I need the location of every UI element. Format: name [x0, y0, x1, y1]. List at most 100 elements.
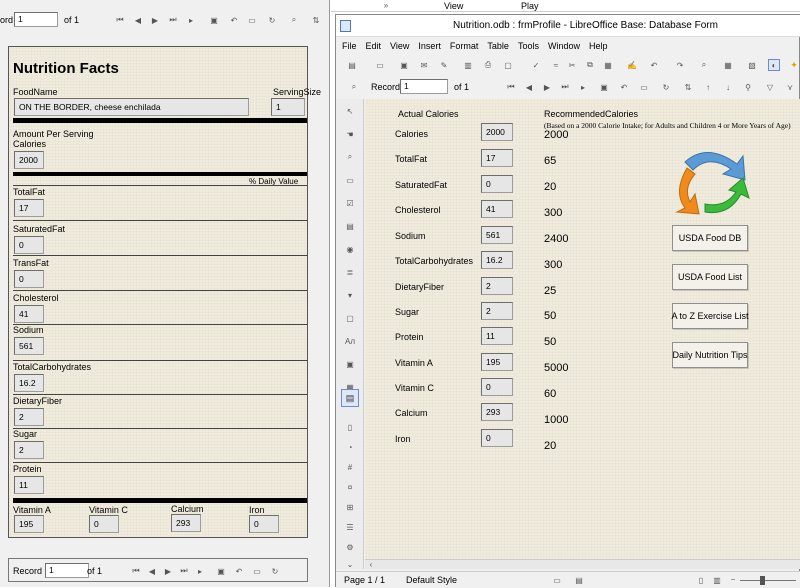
nutrient-field[interactable]: 17 — [14, 199, 44, 217]
actual-value-field[interactable]: 0 — [481, 429, 513, 447]
vitamin-field[interactable]: 293 — [171, 514, 201, 532]
actual-value-field[interactable]: 41 — [481, 200, 513, 218]
nutrient-field[interactable]: 41 — [14, 305, 44, 323]
zoom-out-icon[interactable]: − — [728, 574, 738, 584]
nutrient-field[interactable]: 16.2 — [14, 374, 44, 392]
undo-icon[interactable]: ↶ — [648, 59, 660, 71]
menu-edit[interactable]: Edit — [366, 41, 382, 51]
hand-tool-icon[interactable]: ☚ — [344, 128, 356, 140]
radio-tool-icon[interactable]: ◉ — [344, 243, 356, 255]
zoom-slider[interactable] — [740, 576, 796, 585]
menu-table[interactable]: Table — [487, 41, 509, 51]
textbox-tool-icon[interactable]: ▤ — [344, 220, 356, 232]
sort-descending-icon[interactable]: ↓ — [722, 81, 734, 93]
paste-icon[interactable]: ▦ — [602, 59, 614, 71]
refresh-icon[interactable]: ↻ — [660, 81, 672, 93]
last-record-icon[interactable]: ⏭ — [168, 14, 178, 26]
last-record-icon[interactable]: ⏭ — [560, 81, 570, 93]
autofilter-icon[interactable]: ⚲ — [742, 81, 754, 93]
usda-food-list-button[interactable]: USDA Food List — [672, 264, 748, 290]
calories-field[interactable]: 2000 — [14, 151, 44, 169]
new-document-icon[interactable]: ▤ — [346, 59, 358, 71]
save-record-icon[interactable]: ▣ — [215, 565, 227, 577]
menu-view[interactable]: View — [390, 41, 409, 51]
actual-value-field[interactable]: 2 — [481, 277, 513, 295]
first-record-icon[interactable]: ⏮ — [131, 565, 141, 577]
sort-ascending-icon[interactable]: ↑ — [702, 81, 714, 93]
table-icon[interactable]: ▦ — [722, 59, 734, 71]
print-preview-icon[interactable]: ▢ — [502, 59, 514, 71]
autospell-icon[interactable]: ≈ — [550, 59, 562, 71]
actual-value-field[interactable]: 293 — [481, 403, 513, 421]
tab-view[interactable]: View — [444, 1, 463, 11]
last-record-icon[interactable]: ⏭ — [179, 565, 189, 577]
nutrient-field[interactable]: 2 — [14, 441, 44, 459]
menu-tools[interactable]: Tools — [518, 41, 539, 51]
actual-value-field[interactable]: 11 — [481, 327, 513, 345]
undo-record-icon[interactable]: ↶ — [618, 81, 630, 93]
nutrient-field[interactable]: 0 — [14, 236, 44, 254]
sort-icon[interactable]: ⇅ — [682, 81, 694, 93]
date-field-tool-icon[interactable]: ▯ — [344, 421, 356, 433]
select-tool-icon[interactable]: ↖ — [344, 105, 356, 117]
edit-mode-icon[interactable]: ✎ — [438, 59, 450, 71]
actual-value-field[interactable]: 16.2 — [481, 251, 513, 269]
more-controls-icon[interactable]: ⚙ — [344, 541, 356, 553]
find-icon[interactable]: ⌕ — [288, 14, 300, 26]
usda-food-db-button[interactable]: USDA Food DB — [672, 225, 748, 251]
menu-window[interactable]: Window — [548, 41, 580, 51]
actual-value-field[interactable]: 0 — [481, 175, 513, 193]
redo-icon[interactable]: ↷ — [674, 59, 686, 71]
checkbox-tool-icon[interactable]: ☑ — [344, 197, 356, 209]
pattern-field-tool-icon[interactable]: ⊞ — [344, 501, 356, 513]
more-icon[interactable]: » — [381, 0, 391, 10]
standard-filter-icon[interactable]: ⋎ — [784, 81, 796, 93]
menu-insert[interactable]: Insert — [418, 41, 441, 51]
currency-field-tool-icon[interactable]: ¤ — [344, 481, 356, 493]
zoom-tool-icon[interactable]: ⌕ — [344, 151, 356, 163]
vitamin-field[interactable]: 195 — [14, 515, 44, 533]
undo-record-icon[interactable]: ↶ — [228, 14, 240, 26]
actual-value-field[interactable]: 0 — [481, 378, 513, 396]
menu-format[interactable]: Format — [450, 41, 479, 51]
combobox-tool-icon[interactable]: ▾ — [344, 289, 356, 301]
multi-page-view-icon[interactable]: ▥ — [712, 575, 722, 585]
delete-record-icon[interactable]: ▭ — [251, 565, 263, 577]
previous-record-icon[interactable]: ◀ — [524, 81, 534, 93]
time-field-tool-icon[interactable]: ◔ — [344, 441, 356, 453]
refresh-icon[interactable]: ↻ — [266, 14, 278, 26]
delete-record-icon[interactable]: ▭ — [638, 81, 650, 93]
selection-mode-icon[interactable]: ▭ — [552, 575, 562, 585]
menu-file[interactable]: File — [342, 41, 357, 51]
a-to-z-exercise-list-button[interactable]: A to Z Exercise List — [671, 303, 749, 329]
scroll-left-icon[interactable]: ‹ — [367, 560, 375, 569]
foodname-field[interactable]: ON THE BORDER, cheese enchilada — [14, 98, 249, 116]
sort-icon[interactable]: ⇅ — [310, 14, 322, 26]
email-icon[interactable]: ✉ — [418, 59, 430, 71]
actual-value-field[interactable]: 2 — [481, 302, 513, 320]
control-wizard-icon[interactable]: ✦ — [788, 59, 800, 71]
open-icon[interactable]: ▭ — [374, 59, 386, 71]
previous-record-icon[interactable]: ◀ — [147, 565, 157, 577]
image-icon[interactable]: ▧ — [746, 59, 758, 71]
spelling-icon[interactable]: ✓ — [530, 59, 542, 71]
record-number-input[interactable]: 1 — [400, 79, 448, 94]
nutrient-field[interactable]: 11 — [14, 476, 44, 494]
single-page-view-icon[interactable]: ▯ — [696, 575, 706, 585]
navigation-bar-tool-icon[interactable]: ☰ — [344, 521, 356, 533]
groupbox-tool-icon[interactable]: ▢ — [344, 312, 356, 324]
tab-play[interactable]: Play — [521, 1, 539, 11]
new-record-icon[interactable]: ▸ — [578, 81, 588, 93]
numeric-field-tool-icon[interactable]: # — [344, 461, 356, 473]
pushbutton-tool-icon[interactable]: ▭ — [344, 174, 356, 186]
previous-record-icon[interactable]: ◀ — [133, 14, 143, 26]
first-record-icon[interactable]: ⏮ — [506, 81, 516, 93]
copy-icon[interactable]: ⧉ — [584, 59, 596, 71]
save-record-icon[interactable]: ▣ — [208, 14, 220, 26]
cut-icon[interactable]: ✂ — [566, 59, 578, 71]
listbox-tool-icon[interactable]: ≣ — [344, 266, 356, 278]
actual-value-field[interactable]: 561 — [481, 226, 513, 244]
find-replace-icon[interactable]: ⌕ — [698, 59, 710, 71]
vitamin-field[interactable]: 0 — [249, 515, 279, 533]
actual-value-field[interactable]: 195 — [481, 353, 513, 371]
